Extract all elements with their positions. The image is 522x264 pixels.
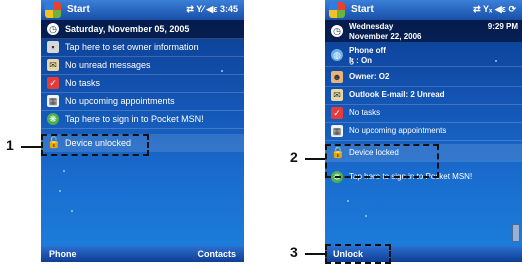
weekday-text: Wednesday [349, 22, 394, 31]
calendar-icon: ▦ [331, 125, 343, 137]
tasks-text: No tasks [65, 78, 101, 88]
callout-number-2: 2 [290, 149, 298, 165]
appointments-text: No upcoming appointments [65, 96, 175, 106]
tasks-icon: ✓ [331, 107, 343, 119]
title-bar: Start ⇄ Yₓ ◀ε ⟳ [325, 0, 522, 20]
owner-icon: ▪ [47, 41, 59, 53]
email-row[interactable]: ✉ Outlook E-mail: 2 Unread [325, 86, 522, 105]
owner-info-text: Tap here to set owner information [65, 42, 199, 52]
start-title[interactable]: Start [67, 4, 90, 15]
callout-leader-3 [305, 253, 325, 255]
decorative-sparkle [365, 215, 367, 217]
phone-softkey[interactable]: Phone [49, 246, 77, 262]
start-title[interactable]: Start [351, 4, 374, 15]
title-bar: Start ⇄ Y⁄ ◀ε 3:45 [41, 0, 244, 20]
date-row[interactable]: ◷ Wednesday November 22, 2006 9:29 PM [325, 20, 522, 42]
callout-highlight-1 [41, 134, 149, 156]
appointments-row[interactable]: ▦ No upcoming appointments [325, 122, 522, 141]
owner-row[interactable]: ☻ Owner: O2 [325, 68, 522, 87]
appointments-text: No upcoming appointments [349, 126, 447, 135]
tasks-row[interactable]: ✓ No tasks [41, 74, 244, 93]
status-icons[interactable]: ⇄ Y⁄ ◀ε 3:45 [186, 4, 238, 15]
date-text: Saturday, November 05, 2005 [65, 24, 190, 34]
phone-row[interactable]: ◍ Phone off ɮ : On [325, 44, 522, 67]
date-row[interactable]: ◷ Saturday, November 05, 2005 [41, 20, 244, 39]
owner-text: Owner: O2 [349, 72, 390, 81]
decorative-sparkle [63, 170, 65, 172]
messages-text: No unread messages [65, 60, 151, 70]
decorative-sparkle [59, 190, 61, 192]
email-text: Outlook E-mail: 2 Unread [349, 90, 445, 99]
callout-leader-2 [305, 158, 325, 160]
msn-text: Tap here to sign in to Pocket MSN! [65, 114, 204, 124]
tasks-text: No tasks [349, 108, 381, 117]
softkey-bar: Phone Contacts [41, 246, 244, 262]
bluetooth-icon: ɮ [349, 56, 354, 65]
decorative-sparkle [71, 210, 73, 212]
messages-row[interactable]: ✉ No unread messages [41, 56, 244, 75]
tasks-row[interactable]: ✓ No tasks [325, 104, 522, 123]
time-text: 9:29 PM [487, 22, 518, 31]
callout-highlight-2 [325, 144, 439, 178]
phone-text: Phone off ɮ : On [349, 46, 386, 66]
callout-number-3: 3 [290, 244, 298, 260]
start-menu-icon[interactable] [329, 2, 345, 18]
start-menu-icon[interactable] [45, 2, 61, 18]
calendar-icon: ▦ [47, 95, 59, 107]
date-detail-text: November 22, 2006 [349, 32, 422, 41]
decorative-sparkle [495, 60, 497, 62]
today-screen-unlocked: Start ⇄ Y⁄ ◀ε 3:45 ◷ Saturday, November … [41, 0, 244, 262]
phone-globe-icon: ◍ [331, 49, 343, 61]
owner-info-row[interactable]: ▪ Tap here to set owner information [41, 38, 244, 57]
decorative-sparkle [221, 70, 223, 72]
tasks-icon: ✓ [47, 77, 59, 89]
bluetooth-status-text: : On [356, 56, 373, 65]
clock-icon: ◷ [331, 25, 343, 37]
callout-number-1: 1 [6, 137, 14, 153]
today-screen-locked: Start ⇄ Yₓ ◀ε ⟳ ◷ Wednesday November 22,… [325, 0, 522, 262]
owner-icon: ☻ [331, 71, 343, 83]
callout-leader-1 [21, 146, 41, 148]
decorative-sparkle [347, 200, 349, 202]
clock-icon: ◷ [47, 23, 59, 35]
msn-butterfly-icon: ❋ [47, 113, 59, 125]
date-text: Wednesday November 22, 2006 [349, 22, 422, 42]
contacts-softkey[interactable]: Contacts [197, 246, 236, 262]
callout-highlight-3 [325, 244, 391, 264]
msn-row[interactable]: ❋ Tap here to sign in to Pocket MSN! [41, 110, 244, 129]
phone-status-text: Phone off [349, 46, 386, 55]
mail-icon: ✉ [47, 59, 59, 71]
status-icons[interactable]: ⇄ Yₓ ◀ε ⟳ [473, 4, 516, 15]
appointments-row[interactable]: ▦ No upcoming appointments [41, 92, 244, 111]
mail-icon: ✉ [331, 89, 343, 101]
scroll-indicator[interactable] [512, 224, 520, 242]
